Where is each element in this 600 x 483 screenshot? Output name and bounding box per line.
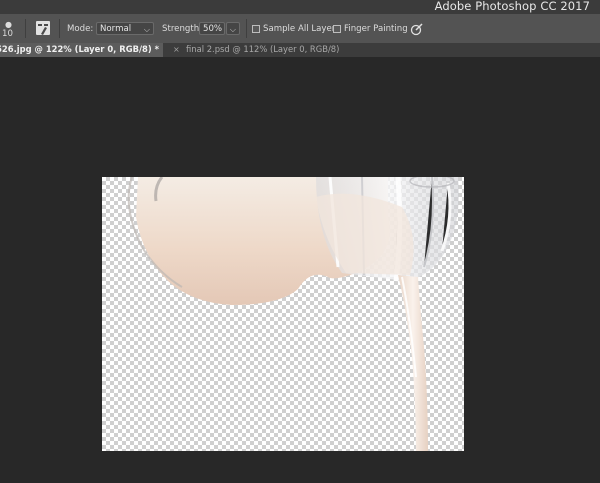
sample-all-layers-label[interactable]: Sample All Layers xyxy=(263,24,340,34)
tab-label: 3–2526.jpg @ 122% (Layer 0, RGB/8) * xyxy=(0,44,159,54)
mode-value: Normal xyxy=(100,24,132,34)
strength-dropdown[interactable]: ⌵ xyxy=(226,22,240,35)
separator xyxy=(246,19,247,38)
strength-label: Strength: xyxy=(162,24,203,34)
document-tab-bar: 3–2526.jpg @ 122% (Layer 0, RGB/8) * × f… xyxy=(0,43,600,57)
mode-select[interactable]: Normal ⌵ xyxy=(96,22,154,35)
brush-size-value[interactable]: 10 xyxy=(2,29,13,39)
title-bar: Adobe Photoshop CC 2017 xyxy=(0,0,600,14)
close-icon[interactable]: × xyxy=(173,43,180,56)
chevron-down-icon: ⌵ xyxy=(229,25,236,34)
document-canvas[interactable] xyxy=(102,177,464,451)
finger-painting-checkbox[interactable] xyxy=(333,25,341,33)
finger-painting-label[interactable]: Finger Painting xyxy=(344,24,408,34)
separator xyxy=(59,19,60,38)
separator xyxy=(25,19,26,38)
app-title: Adobe Photoshop CC 2017 xyxy=(434,0,590,13)
toggle-brush-panel-icon[interactable] xyxy=(36,21,50,35)
milk-pour-image xyxy=(127,177,459,451)
pressure-icon[interactable] xyxy=(410,21,424,36)
options-bar: ● 10 Mode: Normal ⌵ Strength: 50% ⌵ Samp… xyxy=(0,14,600,44)
chevron-down-icon: ⌵ xyxy=(143,25,150,34)
brush-preset-dot-icon[interactable]: ● xyxy=(5,20,12,29)
tab-document-final2[interactable]: × final 2.psd @ 112% (Layer 0, RGB/8) xyxy=(163,43,363,57)
strength-input[interactable]: 50% xyxy=(199,22,225,35)
tab-document-active[interactable]: 3–2526.jpg @ 122% (Layer 0, RGB/8) * xyxy=(0,43,163,57)
sample-all-layers-checkbox[interactable] xyxy=(252,25,260,33)
mode-label: Mode: xyxy=(67,24,94,34)
tab-label: final 2.psd @ 112% (Layer 0, RGB/8) xyxy=(186,44,340,54)
strength-value: 50% xyxy=(203,24,223,34)
milk-stream xyxy=(398,275,428,451)
